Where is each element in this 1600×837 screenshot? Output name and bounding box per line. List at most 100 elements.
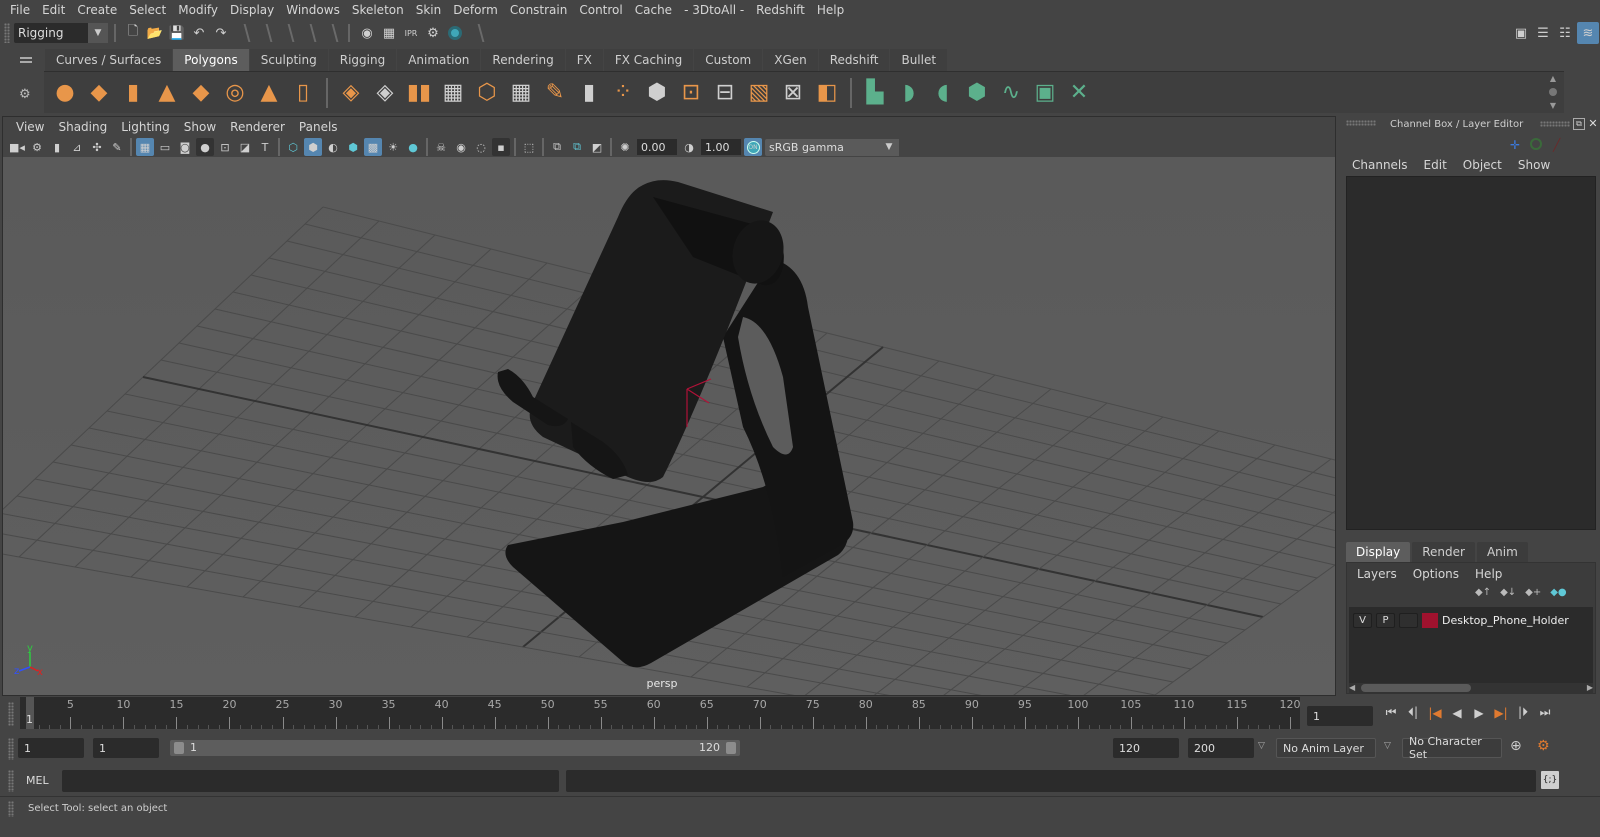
step-forward-frame-icon[interactable]: |⏵ bbox=[1512, 705, 1534, 720]
boolean-icon[interactable]: ⊡ bbox=[676, 78, 706, 108]
redo-icon[interactable]: ↷ bbox=[211, 23, 231, 43]
exposure-icon[interactable]: ✺ bbox=[616, 138, 634, 156]
modeling-toolkit-icon[interactable]: ▣ bbox=[1511, 23, 1531, 43]
keyframe-icon[interactable]: ╱ bbox=[1553, 138, 1560, 152]
render-frame-icon[interactable]: ▦ bbox=[379, 23, 399, 43]
poly-cube-icon[interactable]: ◆ bbox=[84, 78, 114, 108]
viewport-menu-show[interactable]: Show bbox=[177, 120, 223, 134]
undo-icon[interactable]: ↶ bbox=[189, 23, 209, 43]
isolate-select-icon[interactable]: ⬚ bbox=[520, 138, 538, 156]
2d-pan-zoom-icon[interactable]: ✣ bbox=[88, 138, 106, 156]
menu-3dtoall[interactable]: - 3DtoAll - bbox=[678, 3, 750, 17]
attribute-editor-icon[interactable]: ☰ bbox=[1533, 23, 1553, 43]
auto-key-icon[interactable]: ⊕ bbox=[1510, 738, 1522, 754]
animation-preferences-icon[interactable]: ⚙ bbox=[1537, 738, 1550, 754]
wireframe-on-shaded-icon[interactable]: ◐ bbox=[324, 138, 342, 156]
offset-edge-loop-icon[interactable]: ▧ bbox=[744, 78, 774, 108]
viewport-menu-panels[interactable]: Panels bbox=[292, 120, 345, 134]
color-management-toggle[interactable]: ON bbox=[744, 138, 762, 156]
layer-color-swatch[interactable] bbox=[1422, 613, 1438, 628]
menu-deform[interactable]: Deform bbox=[447, 3, 504, 17]
channel-menu-channels[interactable]: Channels bbox=[1344, 158, 1416, 172]
channel-menu-show[interactable]: Show bbox=[1510, 158, 1558, 172]
shelf-tab-bullet[interactable]: Bullet bbox=[890, 49, 948, 71]
play-backwards-icon[interactable]: ◀ bbox=[1446, 706, 1468, 720]
layer-tab-render[interactable]: Render bbox=[1412, 542, 1475, 562]
range-end-handle[interactable] bbox=[726, 742, 736, 754]
poly-pipe-icon[interactable]: ▯ bbox=[288, 78, 318, 108]
xray-joints-icon[interactable]: ⧉ bbox=[568, 138, 586, 156]
poly-torus-icon[interactable]: ◎ bbox=[220, 78, 250, 108]
scroll-dot-icon[interactable] bbox=[1549, 88, 1557, 96]
playback-end-field[interactable]: 120 bbox=[1113, 738, 1179, 758]
shelf-tab-curves-surfaces[interactable]: Curves / Surfaces bbox=[45, 49, 173, 71]
channel-menu-object[interactable]: Object bbox=[1455, 158, 1510, 172]
layer-tab-display[interactable]: Display bbox=[1346, 542, 1411, 562]
layer-playback-toggle[interactable]: P bbox=[1376, 613, 1395, 628]
menu-windows[interactable]: Windows bbox=[280, 3, 346, 17]
cylindrical-uv-icon[interactable]: ◗ bbox=[894, 78, 924, 108]
menu-control[interactable]: Control bbox=[573, 3, 628, 17]
depth-of-field-icon[interactable]: ▪ bbox=[492, 138, 510, 156]
select-camera-icon[interactable]: ■◂ bbox=[8, 138, 26, 156]
layer-menu-help[interactable]: Help bbox=[1467, 567, 1510, 581]
layer-tab-anim[interactable]: Anim bbox=[1476, 542, 1528, 562]
spherical-uv-icon[interactable]: ◖ bbox=[928, 78, 958, 108]
command-language-toggle[interactable]: MEL bbox=[26, 774, 49, 787]
collapse-handle[interactable] bbox=[257, 24, 273, 42]
shelf-tab-redshift[interactable]: Redshift bbox=[818, 49, 890, 71]
script-editor-icon[interactable]: {;} bbox=[1541, 771, 1559, 789]
range-slider-track[interactable]: 1 120 bbox=[168, 738, 1104, 758]
shelf-tab-rendering[interactable]: Rendering bbox=[481, 49, 565, 71]
collapse-handle[interactable] bbox=[235, 24, 251, 42]
move-layer-up-icon[interactable]: ◆↑ bbox=[1475, 587, 1491, 598]
channel-list[interactable] bbox=[1346, 176, 1596, 530]
collapse-handle[interactable] bbox=[469, 24, 485, 42]
default-material-icon[interactable]: ⬢ bbox=[344, 138, 362, 156]
channel-box-icon[interactable]: ≋ bbox=[1577, 22, 1599, 44]
shelf-tab-polygons[interactable]: Polygons bbox=[173, 49, 249, 71]
bridge-icon[interactable]: ⁘ bbox=[608, 78, 638, 108]
shelf-tab-animation[interactable]: Animation bbox=[397, 49, 481, 71]
layer-display-type-toggle[interactable] bbox=[1399, 613, 1418, 628]
gamma-field[interactable]: 1.00 bbox=[701, 139, 741, 155]
poly-cone-icon[interactable]: ▲ bbox=[152, 78, 182, 108]
new-scene-icon[interactable]: 🗋 bbox=[123, 23, 143, 43]
menu-skeleton[interactable]: Skeleton bbox=[346, 3, 410, 17]
film-gate-icon[interactable]: ▭ bbox=[156, 138, 174, 156]
toggle-keys-icon[interactable] bbox=[1530, 138, 1542, 150]
play-forwards-icon[interactable]: ▶ bbox=[1468, 706, 1490, 720]
unfold-uv-icon[interactable]: ∿ bbox=[996, 78, 1026, 108]
3d-scene[interactable]: y z x persp bbox=[0, 157, 1444, 748]
menu-edit[interactable]: Edit bbox=[36, 3, 71, 17]
range-start-handle[interactable] bbox=[174, 742, 184, 754]
drag-handle[interactable] bbox=[8, 738, 14, 760]
image-plane-icon[interactable]: ⊿ bbox=[68, 138, 86, 156]
grid-icon[interactable]: ▦ bbox=[136, 138, 154, 156]
use-all-lights-icon[interactable]: ☀ bbox=[384, 138, 402, 156]
multicut-icon[interactable]: ✎ bbox=[540, 78, 570, 108]
render-settings-icon[interactable]: ⚙ bbox=[423, 23, 443, 43]
append-polygon-icon[interactable]: ◧ bbox=[812, 78, 842, 108]
poly-sphere-icon[interactable]: ● bbox=[50, 78, 80, 108]
drag-handle[interactable] bbox=[8, 801, 14, 817]
scroll-thumb[interactable] bbox=[1361, 684, 1471, 692]
view-transform-dropdown[interactable]: sRGB gamma ▼ bbox=[765, 138, 899, 156]
layout-uv-icon[interactable]: ✕ bbox=[1064, 78, 1094, 108]
menu-constrain[interactable]: Constrain bbox=[504, 3, 574, 17]
drag-handle[interactable] bbox=[8, 770, 14, 792]
smooth-icon[interactable]: ▦ bbox=[438, 78, 468, 108]
scroll-right-icon[interactable]: ▶ bbox=[1587, 683, 1593, 692]
drag-handle[interactable] bbox=[1540, 121, 1570, 127]
drag-handle[interactable] bbox=[8, 702, 14, 726]
shelf-tab-sculpting[interactable]: Sculpting bbox=[249, 49, 328, 71]
screen-space-ao-icon[interactable]: ☠ bbox=[432, 138, 450, 156]
insert-edge-loop-icon[interactable]: ⊟ bbox=[710, 78, 740, 108]
animation-start-field[interactable]: 1 bbox=[18, 738, 84, 758]
range-slider-bar[interactable]: 1 120 bbox=[170, 740, 740, 756]
field-chart-icon[interactable]: ⊡ bbox=[216, 138, 234, 156]
mirror-icon[interactable]: ▮▮ bbox=[404, 78, 434, 108]
camera-attributes-icon[interactable]: ⚙ bbox=[28, 138, 46, 156]
float-panel-icon[interactable]: ⧉ bbox=[1573, 118, 1585, 130]
chevron-down-icon[interactable]: ▽ bbox=[1384, 741, 1391, 751]
